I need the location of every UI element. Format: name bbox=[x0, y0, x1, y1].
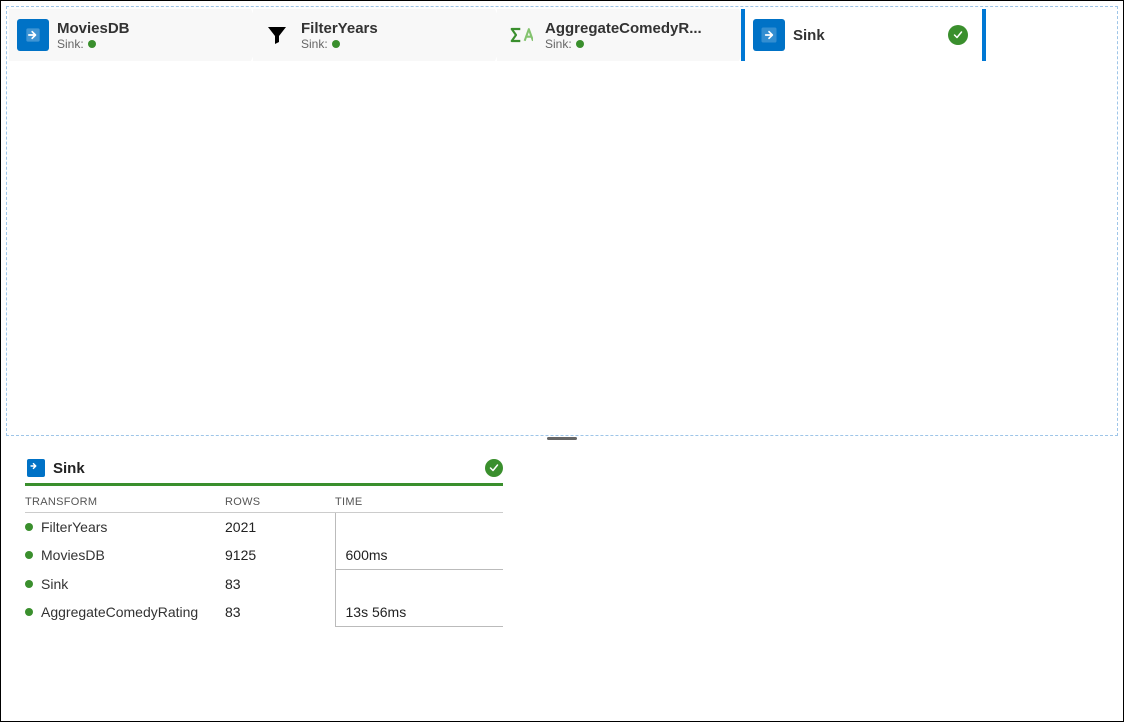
dataflow-canvas[interactable]: MoviesDB Sink: FilterYears Sink: bbox=[6, 6, 1118, 436]
sink-icon bbox=[27, 459, 45, 477]
table-row[interactable]: AggregateComedyRating 83 13s 56ms bbox=[25, 598, 503, 627]
col-rows: ROWS bbox=[225, 490, 335, 513]
status-dot-icon bbox=[332, 40, 340, 48]
aggregate-icon bbox=[505, 19, 537, 51]
node-moviesdb[interactable]: MoviesDB Sink: bbox=[9, 9, 269, 61]
node-title: MoviesDB bbox=[57, 20, 130, 37]
check-icon bbox=[948, 25, 968, 45]
table-row[interactable]: Sink 83 bbox=[25, 570, 503, 598]
details-header: Sink bbox=[25, 449, 503, 486]
node-filteryears[interactable]: FilterYears Sink: bbox=[253, 9, 513, 61]
col-time: TIME bbox=[335, 490, 503, 513]
status-dot-icon bbox=[25, 551, 33, 559]
status-dot-icon bbox=[88, 40, 96, 48]
col-transform: TRANSFORM bbox=[25, 490, 225, 513]
node-title: Sink bbox=[793, 27, 825, 44]
node-subtitle: Sink: bbox=[545, 37, 702, 51]
table-row[interactable]: MoviesDB 9125 600ms bbox=[25, 541, 503, 570]
dataflow-flow: MoviesDB Sink: FilterYears Sink: bbox=[9, 9, 1115, 61]
status-dot-icon bbox=[25, 580, 33, 588]
status-dot-icon bbox=[25, 608, 33, 616]
sink-icon bbox=[753, 19, 785, 51]
node-title: AggregateComedyR... bbox=[545, 20, 702, 37]
node-title: FilterYears bbox=[301, 20, 378, 37]
details-panel: Sink TRANSFORM ROWS TIME FilterYears 202… bbox=[25, 449, 1099, 627]
node-sink[interactable]: Sink bbox=[741, 9, 986, 61]
panel-splitter[interactable] bbox=[6, 436, 1118, 440]
filter-icon bbox=[261, 19, 293, 51]
source-icon bbox=[17, 19, 49, 51]
table-row[interactable]: FilterYears 2021 bbox=[25, 513, 503, 542]
details-table: TRANSFORM ROWS TIME FilterYears 2021 Mov… bbox=[25, 490, 503, 627]
details-title: Sink bbox=[53, 460, 85, 477]
check-icon bbox=[485, 459, 503, 477]
node-aggregate[interactable]: AggregateComedyR... Sink: bbox=[497, 9, 757, 61]
node-subtitle: Sink: bbox=[301, 37, 378, 51]
status-dot-icon bbox=[25, 523, 33, 531]
node-subtitle: Sink: bbox=[57, 37, 130, 51]
status-dot-icon bbox=[576, 40, 584, 48]
